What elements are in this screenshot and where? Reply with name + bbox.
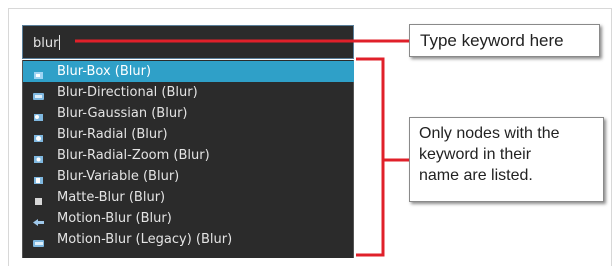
list-callout-bracket (356, 57, 385, 257)
list-hint-callout: Only nodes with the keyword in their nam… (409, 117, 604, 202)
list-hint-line-1: Only nodes with the (419, 125, 560, 142)
list-hint-line-2: keyword in their (419, 146, 532, 163)
search-hint-callout: Type keyword here (409, 24, 600, 57)
list-hint-line-3: name are listed. (419, 167, 533, 184)
search-hint-text: Type keyword here (420, 31, 564, 50)
